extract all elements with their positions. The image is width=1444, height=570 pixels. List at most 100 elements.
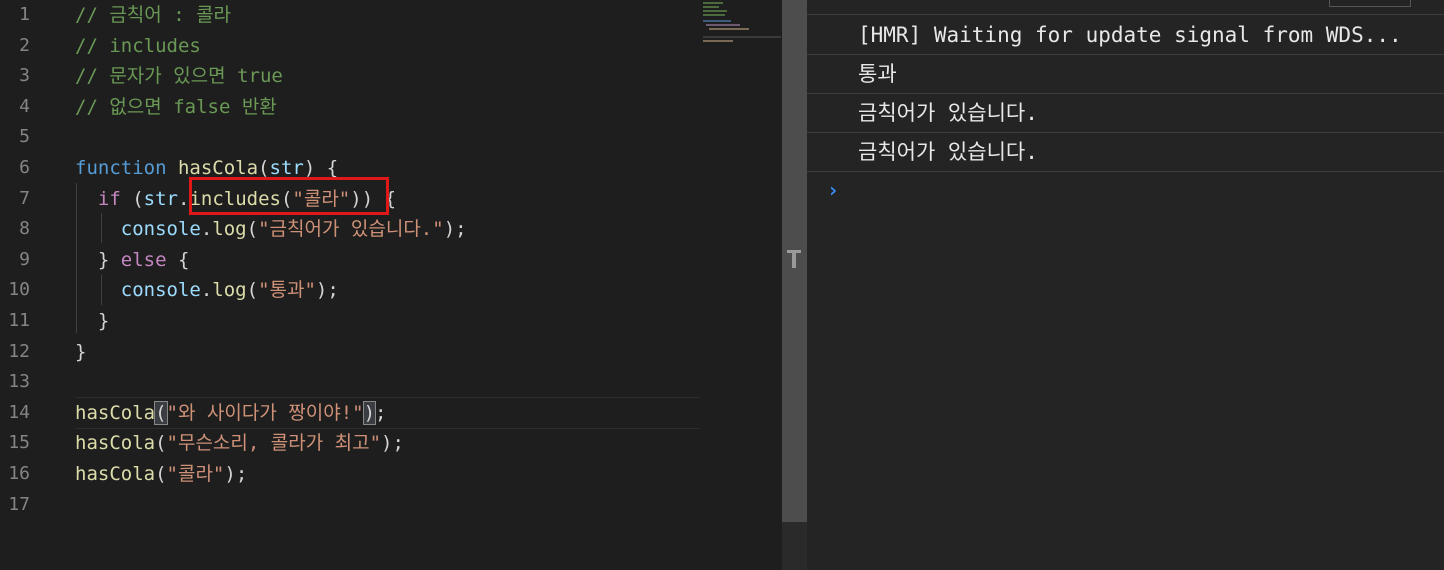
line-number: 12 bbox=[8, 340, 30, 362]
code-token: console bbox=[75, 279, 201, 302]
code-line[interactable]: 17 bbox=[0, 490, 700, 520]
code-editor[interactable]: 1 // 금칙어 : 콜라 2 // includes 3 // 문자가 있으면 true… bbox=[0, 0, 782, 570]
code-token: str bbox=[269, 157, 304, 179]
code-token: ); bbox=[315, 279, 339, 302]
code-token: ); bbox=[224, 463, 248, 485]
code-token: hasCola bbox=[75, 401, 156, 424]
line-number: 15 bbox=[8, 432, 30, 454]
console-panel: [HMR] Waiting for update signal from WDS… bbox=[807, 0, 1444, 570]
code-token: hasCola bbox=[177, 157, 259, 179]
code-line[interactable]: 4 // 없으면 false 반환 bbox=[0, 92, 700, 122]
code-token: "무슨소리, 콜라가 최고" bbox=[166, 432, 382, 455]
chevron-right-icon[interactable]: › bbox=[827, 178, 839, 202]
code-token: } bbox=[75, 248, 121, 271]
code-text: } else { bbox=[75, 245, 190, 275]
line-number: 9 bbox=[19, 248, 30, 270]
splitter-grip-icon[interactable] bbox=[787, 250, 801, 268]
code-text: hasCola("무슨소리, 콜라가 최고"); bbox=[75, 428, 404, 458]
code-token: // 없으면 false 반환 bbox=[75, 95, 277, 118]
code-line[interactable]: 1 // 금칙어 : 콜라 bbox=[0, 0, 700, 30]
code-line[interactable]: 11 } bbox=[0, 306, 700, 336]
code-token: "와 사이다가 짱이야!" bbox=[166, 401, 364, 424]
code-text: hasCola("와 사이다가 짱이야!"); bbox=[75, 398, 386, 428]
console-filter-box[interactable] bbox=[1329, 0, 1411, 7]
line-number: 5 bbox=[19, 126, 30, 148]
code-line[interactable]: 5 bbox=[0, 122, 700, 152]
code-token: . bbox=[200, 279, 213, 302]
code-text: console.log("통과"); bbox=[75, 275, 339, 305]
line-number: 16 bbox=[8, 463, 30, 484]
code-token: "콜라" bbox=[166, 463, 225, 485]
console-header-strip bbox=[807, 0, 1444, 15]
code-text: } bbox=[75, 337, 86, 367]
code-text: } bbox=[75, 306, 109, 336]
line-number: 8 bbox=[19, 218, 30, 240]
code-token: ( bbox=[258, 157, 270, 179]
code-token: ; bbox=[375, 401, 387, 424]
console-message-text: 통과 bbox=[858, 62, 897, 86]
code-token: console bbox=[75, 218, 201, 241]
line-number: 3 bbox=[19, 65, 30, 87]
line-number: 14 bbox=[8, 401, 30, 423]
code-text: // 금칙어 : 콜라 bbox=[75, 0, 231, 30]
indent-guide bbox=[76, 183, 77, 333]
code-line[interactable]: 12} bbox=[0, 337, 700, 367]
line-number: 2 bbox=[19, 34, 30, 56]
code-token: ); bbox=[381, 432, 404, 455]
code-token: } bbox=[75, 340, 87, 363]
line-number: 13 bbox=[8, 371, 30, 393]
code-line[interactable]: 16 hasCola("콜라"); bbox=[0, 459, 700, 489]
includes-highlight-box bbox=[189, 177, 389, 215]
code-text: // 문자가 있으면 true bbox=[75, 61, 283, 91]
line-number: 4 bbox=[19, 95, 30, 117]
code-line[interactable]: 15 hasCola("무슨소리, 콜라가 최고"); bbox=[0, 428, 700, 458]
console-message: [HMR] Waiting for update signal from WDS… bbox=[807, 16, 1444, 55]
code-text: hasCola("콜라"); bbox=[75, 459, 247, 489]
code-line[interactable]: 10 console.log("통과"); bbox=[0, 275, 700, 305]
line-number: 10 bbox=[8, 279, 30, 301]
indent-guide bbox=[101, 213, 102, 243]
editor-scrollbar[interactable] bbox=[782, 0, 807, 570]
code-token: ( bbox=[155, 463, 167, 485]
code-line[interactable]: 2 // includes bbox=[0, 31, 700, 61]
code-token: ( bbox=[120, 187, 144, 210]
code-token: hasCola bbox=[75, 463, 156, 485]
code-token: log bbox=[212, 279, 247, 302]
console-message: 금칙어가 있습니다. bbox=[807, 94, 1444, 133]
code-line[interactable]: 8 console.log("금칙어가 있습니다."); bbox=[0, 214, 700, 244]
code-token: ); bbox=[443, 218, 467, 241]
code-token: ) bbox=[362, 400, 377, 425]
code-text: // 없으면 false 반환 bbox=[75, 92, 277, 122]
code-token: // 문자가 있으면 true bbox=[75, 65, 283, 88]
indent-guide bbox=[101, 275, 102, 305]
code-token: "통과" bbox=[258, 279, 316, 302]
code-token: // 금칙어 : 콜라 bbox=[75, 4, 232, 26]
line-number: 7 bbox=[19, 187, 30, 209]
code-token: { bbox=[166, 248, 190, 271]
console-message: 통과 bbox=[807, 55, 1444, 94]
code-line[interactable]: 14 hasCola("와 사이다가 짱이야!"); bbox=[0, 398, 700, 428]
code-text: console.log("금칙어가 있습니다."); bbox=[75, 214, 467, 244]
code-token: hasCola bbox=[75, 432, 156, 455]
code-line[interactable]: 9 } else { bbox=[0, 245, 700, 275]
code-token: log bbox=[212, 218, 247, 241]
code-line[interactable]: 3 // 문자가 있으면 true bbox=[0, 61, 700, 91]
console-message: 금칙어가 있습니다. bbox=[807, 133, 1444, 172]
code-token: if bbox=[75, 187, 121, 210]
line-number: 11 bbox=[8, 310, 30, 331]
console-message-text: 금칙어가 있습니다. bbox=[858, 140, 1038, 164]
code-token: . bbox=[200, 218, 213, 241]
code-token: ( bbox=[246, 218, 259, 241]
line-number: 6 bbox=[19, 157, 30, 178]
code-token: str bbox=[143, 187, 178, 210]
minimap[interactable] bbox=[703, 0, 782, 50]
code-token: // includes bbox=[75, 34, 201, 57]
code-line[interactable]: 13 bbox=[0, 367, 700, 397]
code-token: ( bbox=[155, 432, 167, 455]
console-message-text: 금칙어가 있습니다. bbox=[858, 101, 1038, 125]
code-token: "금칙어가 있습니다." bbox=[258, 218, 444, 241]
line-number: 17 bbox=[8, 493, 30, 515]
code-text: // includes bbox=[75, 31, 201, 61]
code-token: . bbox=[177, 187, 190, 210]
